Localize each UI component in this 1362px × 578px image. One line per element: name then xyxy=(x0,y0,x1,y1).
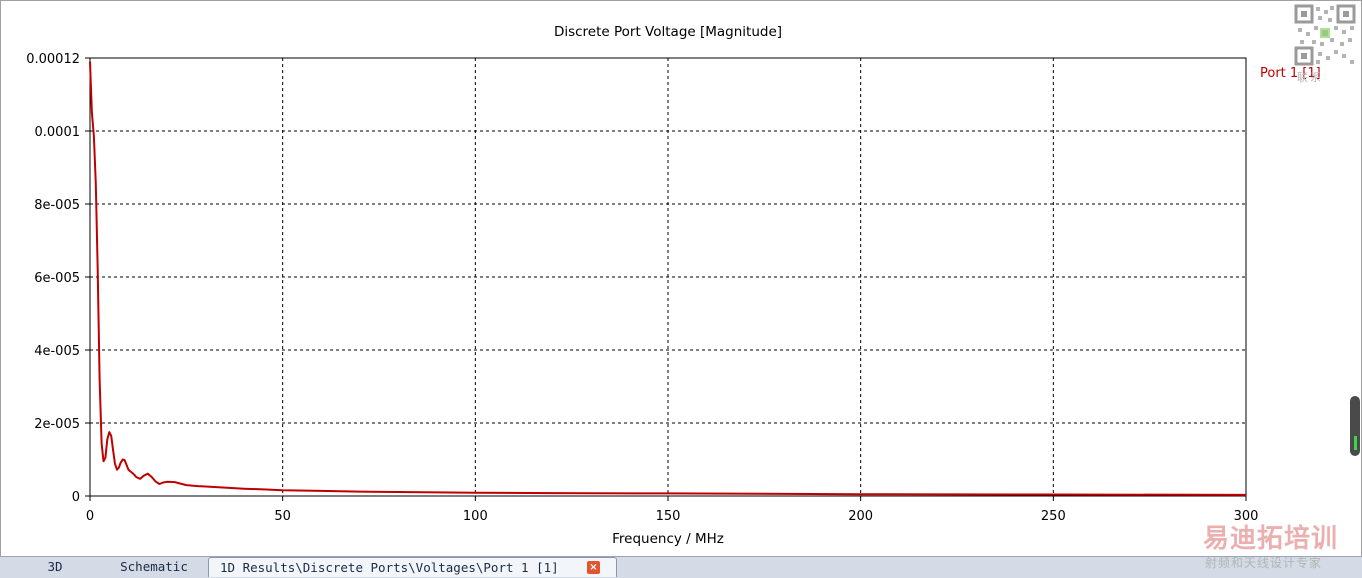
y-tick-label: 8e-005 xyxy=(34,198,80,213)
chart-title: Discrete Port Voltage [Magnitude] xyxy=(554,24,782,40)
document-tab-bar: 3D Schematic 1D Results\Discrete Ports\V… xyxy=(0,556,1362,578)
watermark-logo: 易迪拓培训 射频和天线设计专家 xyxy=(1203,518,1358,570)
y-tick-label: 0.0001 xyxy=(35,125,81,140)
tab-1d-results-label: 1D Results\Discrete Ports\Voltages\Port … xyxy=(220,560,559,575)
tab-schematic[interactable]: Schematic xyxy=(108,558,200,576)
y-tick-label: 4e-005 xyxy=(34,344,80,359)
x-tick-label: 250 xyxy=(1041,509,1066,524)
watermark-tagline: 射频和天线设计专家 xyxy=(1205,556,1323,570)
y-tick-label: 0 xyxy=(72,490,80,505)
watermark-brand: 易迪拓培训 xyxy=(1203,524,1339,554)
qr-code-icon xyxy=(1294,4,1356,66)
tab-3d[interactable]: 3D xyxy=(30,558,80,576)
x-tick-label: 100 xyxy=(463,509,488,524)
close-icon[interactable]: × xyxy=(587,561,600,574)
x-tick-label: 200 xyxy=(848,509,873,524)
qr-caption: 联系 xyxy=(1297,71,1323,84)
x-axis-title: Frequency / MHz xyxy=(612,531,724,547)
x-axis-ticks: 0 50 100 150 200 250 300 xyxy=(86,496,1258,524)
chart: Discrete Port Voltage [Magnitude] 0 50 100… xyxy=(26,24,1321,547)
x-tick-label: 50 xyxy=(274,509,291,524)
tab-1d-results-port-1[interactable]: 1D Results\Discrete Ports\Voltages\Port … xyxy=(208,557,617,577)
scroll-indicator xyxy=(1354,436,1357,450)
y-tick-label: 0.00012 xyxy=(26,52,80,67)
y-tick-label: 2e-005 xyxy=(34,417,80,432)
x-tick-label: 0 xyxy=(86,509,94,524)
y-axis-ticks: 0 2e-005 4e-005 6e-005 8e-005 0.0001 0.00012 xyxy=(26,52,90,505)
x-tick-label: 150 xyxy=(656,509,681,524)
y-tick-label: 6e-005 xyxy=(34,271,80,286)
